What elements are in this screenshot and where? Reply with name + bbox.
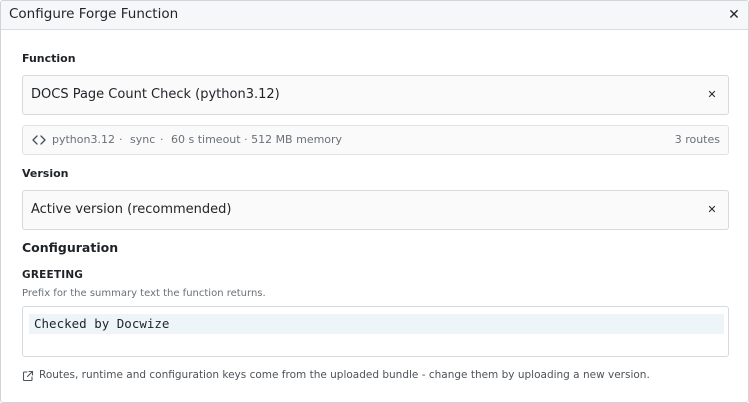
- meta-routes-count: 3 routes: [674, 133, 720, 146]
- meta-separator: ·: [119, 133, 123, 146]
- dialog-titlebar: Configure Forge Function ✕: [1, 1, 748, 30]
- textarea-active-line: Checked by Docwize: [29, 314, 724, 334]
- version-select[interactable]: Active version (recommended) ✕: [22, 190, 729, 230]
- meta-separator: ·: [160, 133, 164, 146]
- meta-limits: 60 s timeout · 512 MB memory: [171, 133, 343, 146]
- external-link-icon: [22, 370, 34, 382]
- greeting-value: Checked by Docwize: [34, 316, 170, 331]
- function-label: Function: [22, 52, 76, 65]
- version-label: Version: [22, 167, 69, 180]
- version-clear-icon[interactable]: ✕: [706, 202, 718, 218]
- greeting-textarea[interactable]: Checked by Docwize: [22, 306, 729, 357]
- function-meta-bar: python3.12 · sync · 60 s timeout · 512 M…: [22, 125, 729, 155]
- footer-note: Routes, runtime and configuration keys c…: [39, 369, 650, 381]
- config-key-label: GREETING: [22, 269, 84, 281]
- function-selected-value: DOCS Page Count Check (python3.12): [31, 87, 280, 102]
- configure-forge-function-dialog: Configure Forge Function ✕ Function DOCS…: [0, 0, 749, 403]
- close-icon[interactable]: ✕: [726, 6, 742, 24]
- version-selected-value: Active version (recommended): [31, 202, 232, 217]
- meta-runtime: python3.12: [52, 133, 115, 146]
- configuration-section-title: Configuration: [22, 240, 119, 255]
- meta-mode: sync: [130, 133, 156, 146]
- code-icon: [32, 135, 46, 145]
- config-key-help: Prefix for the summary text the function…: [22, 288, 266, 299]
- function-select[interactable]: DOCS Page Count Check (python3.12) ✕: [22, 75, 729, 115]
- function-clear-icon[interactable]: ✕: [706, 87, 718, 103]
- dialog-title: Configure Forge Function: [9, 6, 179, 22]
